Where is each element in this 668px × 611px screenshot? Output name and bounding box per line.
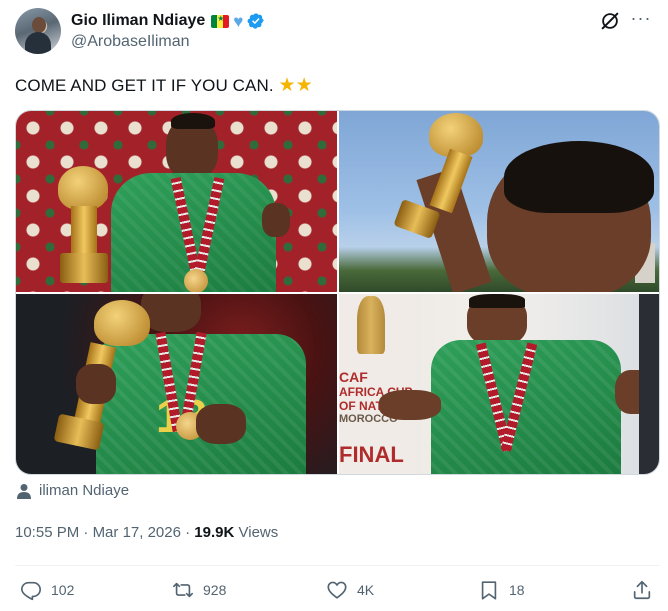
views-count: 19.9K xyxy=(194,524,235,541)
reply-button[interactable]: 102 xyxy=(20,579,74,601)
photo-credit[interactable]: iliman Ndiaye xyxy=(17,482,129,499)
display-name[interactable]: Gio Iliman Ndiaye xyxy=(71,12,205,30)
media-grid: 13 CAF AFRICA CUP OF NATIONS MOROCCO FIN… xyxy=(15,110,660,475)
poster-line-5: FINAL xyxy=(339,442,404,467)
star-emoji-icon: ★ xyxy=(278,75,296,96)
tweet-body: COME AND GET IT IF YOU CAN. xyxy=(15,76,274,95)
bookmark-button[interactable]: 18 xyxy=(478,579,525,601)
user-handle[interactable]: @ArobaseIliman xyxy=(71,33,190,51)
meta-separator: · xyxy=(185,524,191,541)
action-bar: 102 928 4K 18 xyxy=(15,579,660,605)
photo-credit-name[interactable]: iliman Ndiaye xyxy=(39,482,129,499)
like-button[interactable]: 4K xyxy=(326,579,374,601)
tweet-date[interactable]: Mar 17, 2026 xyxy=(93,524,181,541)
bookmark-count: 18 xyxy=(509,582,525,598)
media-photo-1[interactable] xyxy=(16,111,337,292)
repost-button[interactable]: 928 xyxy=(172,579,226,601)
poster-line-1: CAF xyxy=(339,369,368,385)
media-photo-3[interactable]: 13 xyxy=(16,294,337,474)
media-photo-4[interactable]: CAF AFRICA CUP OF NATIONS MOROCCO FINAL xyxy=(339,294,659,474)
more-options-icon[interactable]: ··· xyxy=(627,8,655,32)
senegal-flag-icon: ★ xyxy=(211,14,230,28)
divider xyxy=(15,565,660,566)
bookmark-icon xyxy=(481,581,497,600)
views-label: Views xyxy=(238,524,279,541)
person-icon xyxy=(17,483,31,499)
like-count: 4K xyxy=(357,582,375,598)
blue-heart-icon: ♥ xyxy=(233,11,244,31)
verified-badge-icon[interactable] xyxy=(247,12,265,30)
meta-separator: · xyxy=(83,524,89,541)
reply-count: 102 xyxy=(51,582,75,598)
repost-icon xyxy=(173,582,193,598)
star-emoji-icon: ★ xyxy=(295,75,313,96)
tweet-header: Gio Iliman Ndiaye ★ ♥ @ArobaseIliman ··· xyxy=(15,8,655,56)
tweet-time[interactable]: 10:55 PM xyxy=(15,524,79,541)
avatar[interactable] xyxy=(15,8,61,54)
repost-count: 928 xyxy=(203,582,227,598)
grok-icon[interactable] xyxy=(599,10,621,32)
share-icon xyxy=(633,580,651,600)
name-row: Gio Iliman Ndiaye ★ ♥ xyxy=(71,10,265,32)
media-photo-2[interactable] xyxy=(339,111,659,292)
tweet-meta: 10:55 PM · Mar 17, 2026 · 19.9K Views xyxy=(15,524,278,541)
afcon-poster: CAF AFRICA CUP OF NATIONS MOROCCO FINAL xyxy=(339,294,417,474)
share-button[interactable] xyxy=(631,579,653,601)
heart-icon xyxy=(327,581,347,599)
tweet-text: COME AND GET IT IF YOU CAN. ★★ xyxy=(15,74,313,97)
reply-icon xyxy=(21,581,41,601)
